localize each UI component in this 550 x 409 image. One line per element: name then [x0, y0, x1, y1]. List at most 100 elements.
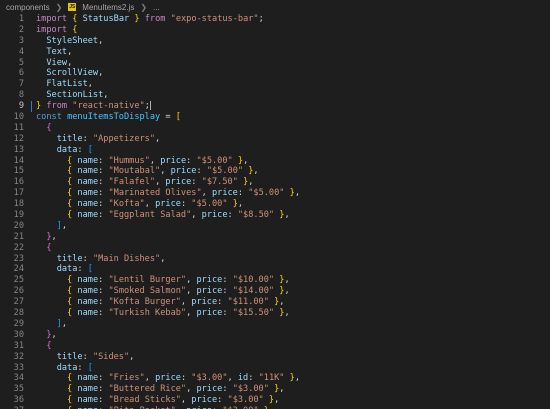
code-token: "$3.00" [227, 395, 264, 406]
code-token: : [98, 188, 109, 199]
code-token: ; [258, 14, 264, 24]
code-token: price [201, 210, 228, 221]
code-line[interactable]: 1 import { StatusBar } from "expo-status-… [0, 14, 550, 25]
code-line[interactable]: 13 data: [ [0, 145, 550, 156]
code-line[interactable]: 14 { name: "Hummus", price: "$5.00" }, [0, 156, 550, 167]
code-token: ScrollView [46, 68, 99, 79]
code-token: , [144, 199, 156, 210]
code-line[interactable]: 17 { name: "Marinated Olives", price: "$… [0, 188, 550, 199]
line-number: 10 [13, 112, 24, 123]
code-token: : [217, 297, 228, 308]
line-number: 27 [13, 297, 24, 308]
code-line[interactable]: 35 { name: "Buttered Rice", price: "$3.0… [0, 384, 550, 395]
code-line[interactable]: 26 { name: "Smoked Salmon", price: "$14.… [0, 286, 550, 297]
code-token: name [77, 199, 99, 210]
code-text: data: [ [36, 145, 93, 156]
code-line[interactable]: 18 { name: "Kofta", price: "$5.00" }, [0, 199, 550, 210]
modified-line-marker [31, 101, 32, 113]
code-text: ], [36, 319, 67, 330]
line-number: 35 [13, 384, 24, 395]
code-text: const menuItemsToDisplay = [ [36, 112, 181, 123]
code-token: name [77, 155, 99, 166]
code-line[interactable]: 27 { name: "Kofta Burger", price: "$11.0… [0, 297, 550, 308]
line-number: 25 [13, 275, 24, 286]
code-token: : [98, 166, 109, 177]
code-line[interactable]: 4 Text, [0, 47, 550, 58]
code-token: price [196, 275, 223, 286]
code-token: : [82, 133, 93, 144]
code-token: , [67, 46, 73, 57]
code-line[interactable]: 28 { name: "Turkish Kebab", price: "$15.… [0, 308, 550, 319]
line-number: 16 [13, 177, 24, 188]
code-line[interactable]: 29 ], [0, 319, 550, 330]
breadcrumb-file[interactable]: MenuItems2.js [82, 3, 134, 12]
code-line[interactable]: 31 { [0, 341, 550, 352]
code-text: StyleSheet, [36, 36, 103, 47]
code-token: name [77, 384, 99, 395]
code-line[interactable]: 24 data: [ [0, 264, 550, 275]
line-number: 33 [13, 362, 24, 373]
code-token: id [237, 373, 249, 384]
code-line[interactable]: 5 View, [0, 58, 550, 69]
code-line[interactable]: 25 { name: "Lentil Burger", price: "$10.… [0, 275, 550, 286]
code-token: [ [175, 112, 181, 123]
code-token: "Smoked Salmon" [108, 286, 187, 297]
code-line[interactable]: 30 }, [0, 330, 550, 341]
code-line[interactable]: 19 { name: "Eggplant Salad", price: "$8.… [0, 210, 550, 221]
code-line[interactable]: 8 SectionList, [0, 90, 550, 101]
code-line[interactable]: 9} from "react-native"; [0, 101, 550, 113]
breadcrumb-folder[interactable]: components [6, 3, 50, 12]
code-token: price [160, 155, 187, 166]
code-line[interactable]: 10 const menuItemsToDisplay = [ [0, 112, 550, 123]
code-line[interactable]: 3 StyleSheet, [0, 36, 550, 47]
code-line[interactable]: 16 { name: "Falafel", price: "$7.50" }, [0, 177, 550, 188]
line-number: 7 [18, 79, 24, 90]
code-token: "$11.00" [227, 297, 269, 308]
code-token: , [98, 68, 104, 79]
code-line[interactable]: 6 ScrollView, [0, 68, 550, 79]
code-line[interactable]: 11 { [0, 123, 550, 134]
code-token: price [191, 395, 218, 406]
code-token: name [77, 308, 99, 319]
code-line[interactable]: 2 import { [0, 25, 550, 36]
code-line[interactable]: 22 { [0, 243, 550, 254]
code-token: : [196, 166, 207, 177]
code-editor[interactable]: components ❯ JS MenuItems2.js ❯ ... 1 imp… [0, 0, 550, 409]
code-line[interactable]: 32 title: "Sides", [0, 352, 550, 363]
code-text: { name: "Kofta Burger", price: "$11.00" … [36, 297, 284, 308]
code-token: : [82, 351, 93, 362]
code-token: name [77, 275, 99, 286]
code-line[interactable]: 23 title: "Main Dishes", [0, 254, 550, 265]
code-line[interactable]: 7 FlatList, [0, 79, 550, 90]
code-line[interactable]: 12 title: "Appetizers", [0, 134, 550, 145]
code-token: name [77, 177, 99, 188]
code-token: , [144, 373, 156, 384]
code-token: "Main Dishes" [92, 253, 161, 264]
line-number: 1 [18, 14, 24, 24]
code-line[interactable]: 15 { name: "Moutabal", price: "$5.00" }, [0, 166, 550, 177]
code-text: { [36, 341, 51, 352]
code-line[interactable]: 20 ], [0, 221, 550, 232]
code-token: "Lentil Burger" [108, 275, 187, 286]
code-line[interactable]: 33 data: [ [0, 363, 550, 374]
code-token: : [248, 373, 259, 384]
code-token: "$5.00" [206, 166, 244, 177]
code-line[interactable]: 36 { name: "Bread Sticks", price: "$3.00… [0, 395, 550, 406]
code-token: { [72, 24, 78, 35]
code-line[interactable]: 34 { name: "Fries", price: "$3.00", id: … [0, 373, 550, 384]
code-line[interactable]: 21 }, [0, 232, 550, 243]
breadcrumb-symbol[interactable]: ... [153, 3, 160, 12]
code-area[interactable]: 1 import { StatusBar } from "expo-status-… [0, 14, 550, 409]
code-text: { name: "Hummus", price: "$5.00" }, [36, 156, 248, 167]
